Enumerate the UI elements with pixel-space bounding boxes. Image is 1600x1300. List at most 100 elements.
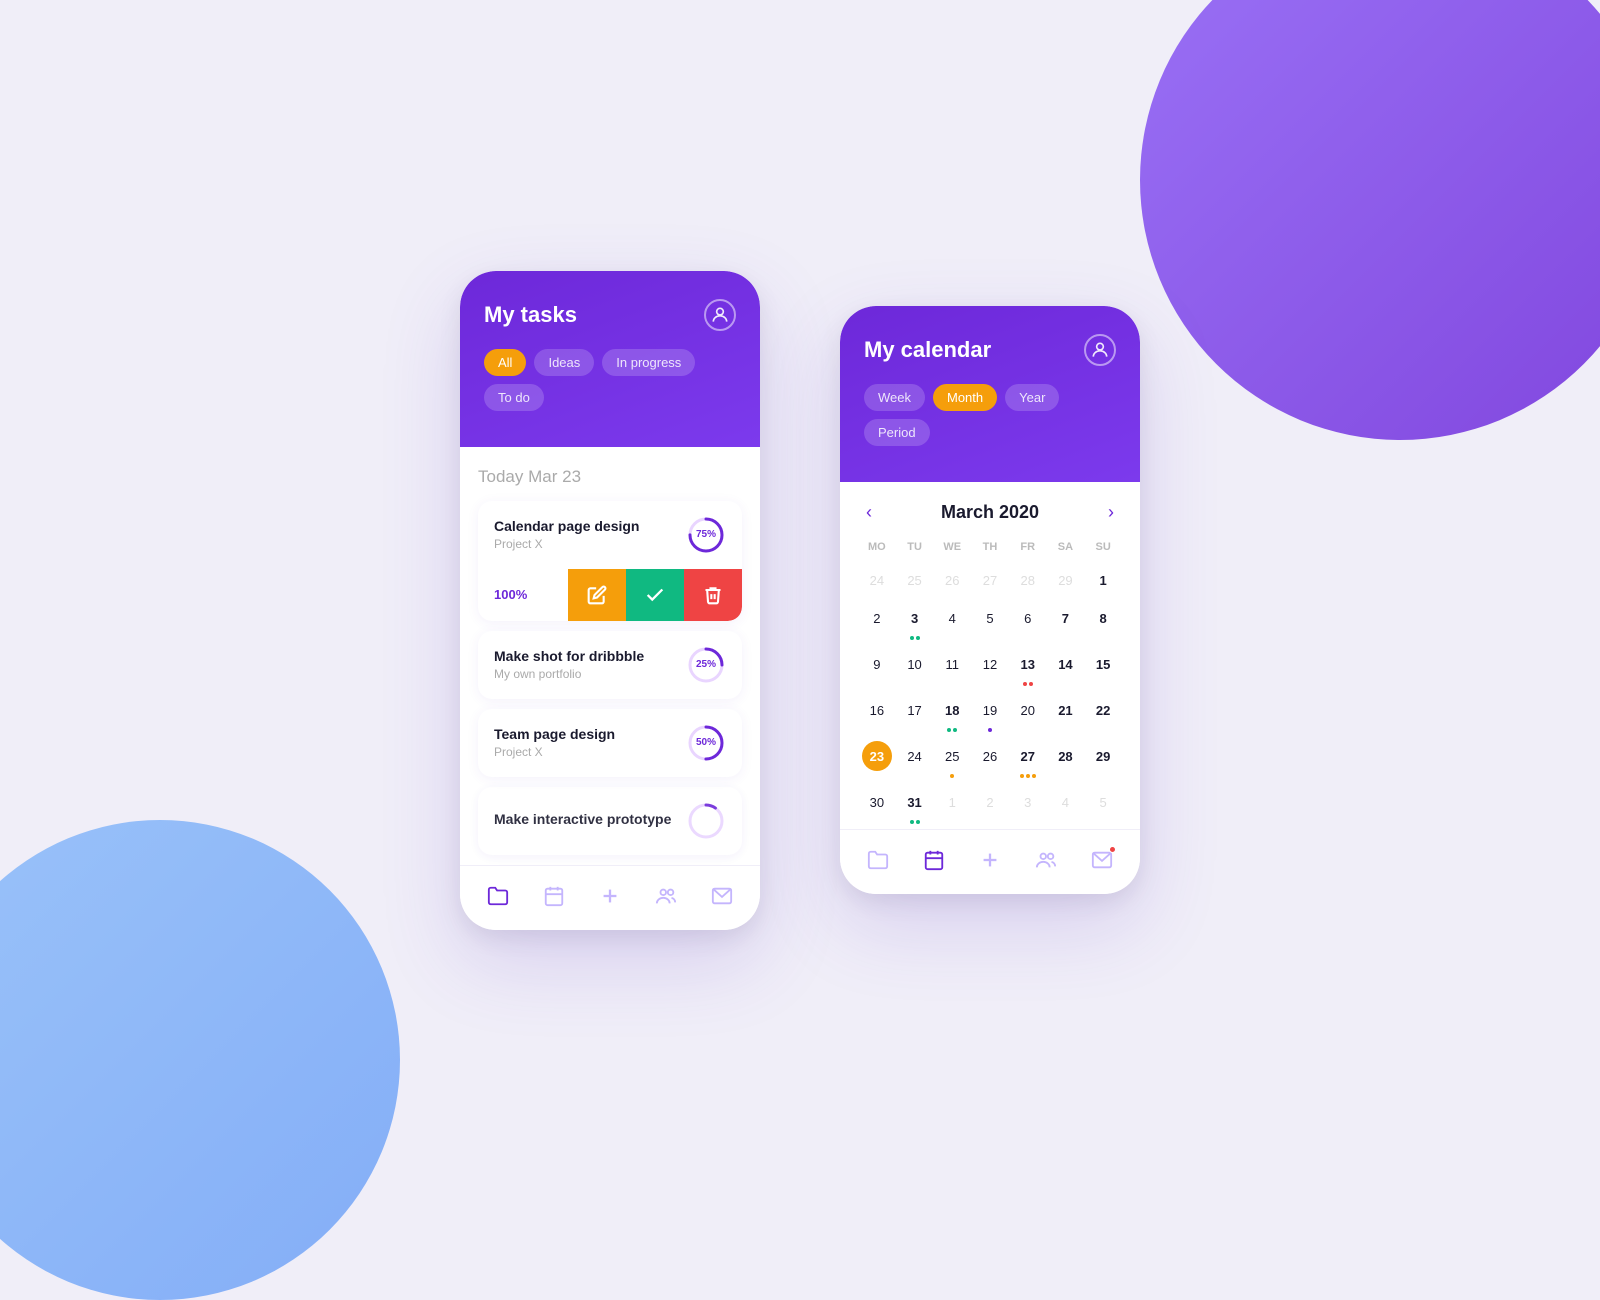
cal-cell-1-5[interactable]: 7 [1047, 599, 1085, 645]
cal-cell-2-1[interactable]: 10 [896, 645, 934, 691]
cal-cell-1-0[interactable]: 2 [858, 599, 896, 645]
cal-dot [910, 820, 914, 824]
cal-nav-people[interactable] [1032, 846, 1060, 874]
task-card-3[interactable]: Team page design Project X 50% [478, 709, 742, 777]
task-card-4[interactable]: Make interactive prototype [478, 787, 742, 855]
nav-mail-tasks[interactable] [708, 882, 736, 910]
cal-cell-5-1[interactable]: 31 [896, 783, 934, 829]
cal-nav-plus[interactable] [976, 846, 1004, 874]
cal-cell-3-1[interactable]: 17 [896, 691, 934, 737]
task-progress-label-3: 50% [686, 723, 726, 763]
task-check-button[interactable] [626, 569, 684, 621]
cal-tab-month[interactable]: Month [933, 384, 997, 411]
tab-all[interactable]: All [484, 349, 526, 376]
cal-cell-2-6[interactable]: 15 [1084, 645, 1122, 691]
cal-cell-1-6[interactable]: 8 [1084, 599, 1122, 645]
task-progress-2: 25% [686, 645, 726, 685]
cal-date: 3 [900, 603, 930, 633]
tasks-avatar[interactable] [704, 299, 736, 331]
cal-cell-3-4[interactable]: 20 [1009, 691, 1047, 737]
cal-cell-5-2[interactable]: 1 [933, 783, 971, 829]
task-project-3: Project X [494, 745, 686, 759]
cal-cell-4-6[interactable]: 29 [1084, 737, 1122, 783]
cal-cell-0-1[interactable]: 25 [896, 561, 934, 599]
cal-cell-5-6[interactable]: 5 [1084, 783, 1122, 829]
nav-calendar-tasks[interactable] [540, 882, 568, 910]
nav-folder[interactable] [484, 882, 512, 910]
cal-date: 16 [862, 695, 892, 725]
cal-cell-1-4[interactable]: 6 [1009, 599, 1047, 645]
cal-cell-4-1[interactable]: 24 [896, 737, 934, 783]
mail-badge [1109, 846, 1116, 853]
cal-cell-3-2[interactable]: 18 [933, 691, 971, 737]
cal-cell-3-0[interactable]: 16 [858, 691, 896, 737]
cal-dots [910, 819, 920, 825]
cal-cell-2-2[interactable]: 11 [933, 645, 971, 691]
cal-header-mo: MO [858, 537, 896, 561]
task-project-2: My own portfolio [494, 667, 686, 681]
cal-nav-folder[interactable] [864, 846, 892, 874]
cal-date: 20 [1013, 695, 1043, 725]
cal-cell-0-0[interactable]: 24 [858, 561, 896, 599]
task-card-2[interactable]: Make shot for dribbble My own portfolio … [478, 631, 742, 699]
tab-ideas[interactable]: Ideas [534, 349, 594, 376]
cal-date: 31 [900, 787, 930, 817]
cal-cell-4-2[interactable]: 25 [933, 737, 971, 783]
task-edit-button[interactable] [568, 569, 626, 621]
cal-tab-period[interactable]: Period [864, 419, 930, 446]
cal-cell-3-3[interactable]: 19 [971, 691, 1009, 737]
cal-date: 25 [900, 565, 930, 595]
cal-cell-2-3[interactable]: 12 [971, 645, 1009, 691]
cal-cell-2-4[interactable]: 13 [1009, 645, 1047, 691]
cal-cell-0-3[interactable]: 27 [971, 561, 1009, 599]
tab-in-progress[interactable]: In progress [602, 349, 695, 376]
cal-next-btn[interactable]: › [1104, 502, 1118, 523]
calendar-title: My calendar [864, 337, 991, 363]
cal-cell-5-5[interactable]: 4 [1047, 783, 1085, 829]
cal-cell-0-5[interactable]: 29 [1047, 561, 1085, 599]
cal-dots [1023, 681, 1033, 687]
calendar-header-row: My calendar [864, 334, 1116, 366]
cal-date: 14 [1050, 649, 1080, 679]
task-delete-button[interactable] [684, 569, 742, 621]
calendar-phone: My calendar Week Month Year Period ‹ Mar… [840, 306, 1140, 894]
cal-cell-5-0[interactable]: 30 [858, 783, 896, 829]
cal-cell-2-5[interactable]: 14 [1047, 645, 1085, 691]
cal-cell-0-2[interactable]: 26 [933, 561, 971, 599]
cal-header-we: WE [933, 537, 971, 561]
cal-cell-1-2[interactable]: 4 [933, 599, 971, 645]
cal-cell-1-1[interactable]: 3 [896, 599, 934, 645]
cal-cell-0-6[interactable]: 1 [1084, 561, 1122, 599]
cal-date: 21 [1050, 695, 1080, 725]
nav-people-tasks[interactable] [652, 882, 680, 910]
cal-nav-calendar[interactable] [920, 846, 948, 874]
cal-cell-4-4[interactable]: 27 [1009, 737, 1047, 783]
cal-cell-0-4[interactable]: 28 [1009, 561, 1047, 599]
task-progress-label-1: 75% [686, 515, 726, 555]
cal-cell-1-3[interactable]: 5 [971, 599, 1009, 645]
cal-cell-5-3[interactable]: 2 [971, 783, 1009, 829]
cal-cell-4-5[interactable]: 28 [1047, 737, 1085, 783]
cal-nav-mail[interactable] [1088, 846, 1116, 874]
bg-blob-bottom-left [0, 820, 400, 1300]
cal-cell-5-4[interactable]: 3 [1009, 783, 1047, 829]
cal-cell-4-3[interactable]: 26 [971, 737, 1009, 783]
cal-date: 5 [1088, 787, 1118, 817]
nav-plus-tasks[interactable] [596, 882, 624, 910]
task-card-1: Calendar page design Project X 75% 100% [478, 501, 742, 621]
cal-cell-3-6[interactable]: 22 [1084, 691, 1122, 737]
cal-dot [1029, 682, 1033, 686]
tasks-header: My tasks All Ideas In progress To do [460, 271, 760, 447]
calendar-avatar[interactable] [1084, 334, 1116, 366]
tasks-bottom-nav [460, 865, 760, 930]
cal-tab-week[interactable]: Week [864, 384, 925, 411]
cal-cell-2-0[interactable]: 9 [858, 645, 896, 691]
tab-to-do[interactable]: To do [484, 384, 544, 411]
cal-date: 23 [862, 741, 892, 771]
cal-date: 11 [937, 649, 967, 679]
cal-tab-year[interactable]: Year [1005, 384, 1059, 411]
cal-cell-4-0[interactable]: 23 [858, 737, 896, 783]
cal-prev-btn[interactable]: ‹ [862, 502, 876, 523]
cal-date: 28 [1013, 565, 1043, 595]
cal-cell-3-5[interactable]: 21 [1047, 691, 1085, 737]
